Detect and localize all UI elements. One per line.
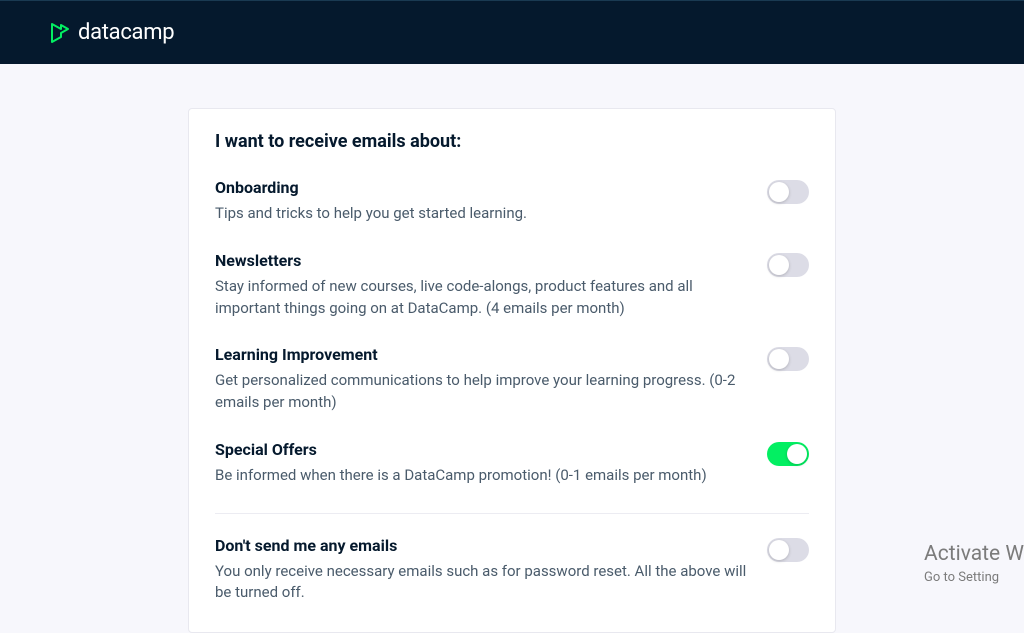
pref-desc: Get personalized communications to help …: [215, 370, 747, 414]
pref-row-onboarding: Onboarding Tips and tricks to help you g…: [215, 178, 809, 225]
brand-logo[interactable]: datacamp: [48, 20, 174, 45]
pref-row-special-offers: Special Offers Be informed when there is…: [215, 440, 809, 487]
toggle-knob: [769, 349, 789, 369]
pref-label: Onboarding: [215, 178, 747, 197]
pref-label: Don't send me any emails: [215, 536, 747, 555]
main-content: I want to receive emails about: Onboardi…: [0, 64, 1024, 633]
pref-desc: You only receive necessary emails such a…: [215, 561, 747, 605]
brand-text: datacamp: [78, 20, 174, 45]
pref-desc: Be informed when there is a DataCamp pro…: [215, 465, 747, 487]
toggle-newsletters[interactable]: [767, 253, 809, 277]
app-header: datacamp: [0, 0, 1024, 64]
toggle-optout[interactable]: [767, 538, 809, 562]
pref-row-learning-improvement: Learning Improvement Get personalized co…: [215, 345, 809, 414]
divider: [215, 513, 809, 514]
pref-label: Learning Improvement: [215, 345, 747, 364]
pref-text: Onboarding Tips and tricks to help you g…: [215, 178, 747, 225]
toggle-knob: [769, 255, 789, 275]
toggle-learning-improvement[interactable]: [767, 347, 809, 371]
pref-desc: Stay informed of new courses, live code-…: [215, 276, 747, 320]
card-title: I want to receive emails about:: [215, 131, 809, 152]
pref-desc: Tips and tricks to help you get started …: [215, 203, 747, 225]
toggle-knob: [769, 182, 789, 202]
pref-text: Newsletters Stay informed of new courses…: [215, 251, 747, 320]
pref-label: Special Offers: [215, 440, 747, 459]
pref-text: Special Offers Be informed when there is…: [215, 440, 747, 487]
toggle-onboarding[interactable]: [767, 180, 809, 204]
toggle-knob: [787, 444, 807, 464]
toggle-special-offers[interactable]: [767, 442, 809, 466]
pref-row-optout: Don't send me any emails You only receiv…: [215, 536, 809, 605]
email-preferences-card: I want to receive emails about: Onboardi…: [188, 108, 836, 633]
datacamp-icon: [48, 21, 72, 45]
pref-label: Newsletters: [215, 251, 747, 270]
pref-row-newsletters: Newsletters Stay informed of new courses…: [215, 251, 809, 320]
pref-text: Learning Improvement Get personalized co…: [215, 345, 747, 414]
toggle-knob: [769, 540, 789, 560]
pref-text: Don't send me any emails You only receiv…: [215, 536, 747, 605]
